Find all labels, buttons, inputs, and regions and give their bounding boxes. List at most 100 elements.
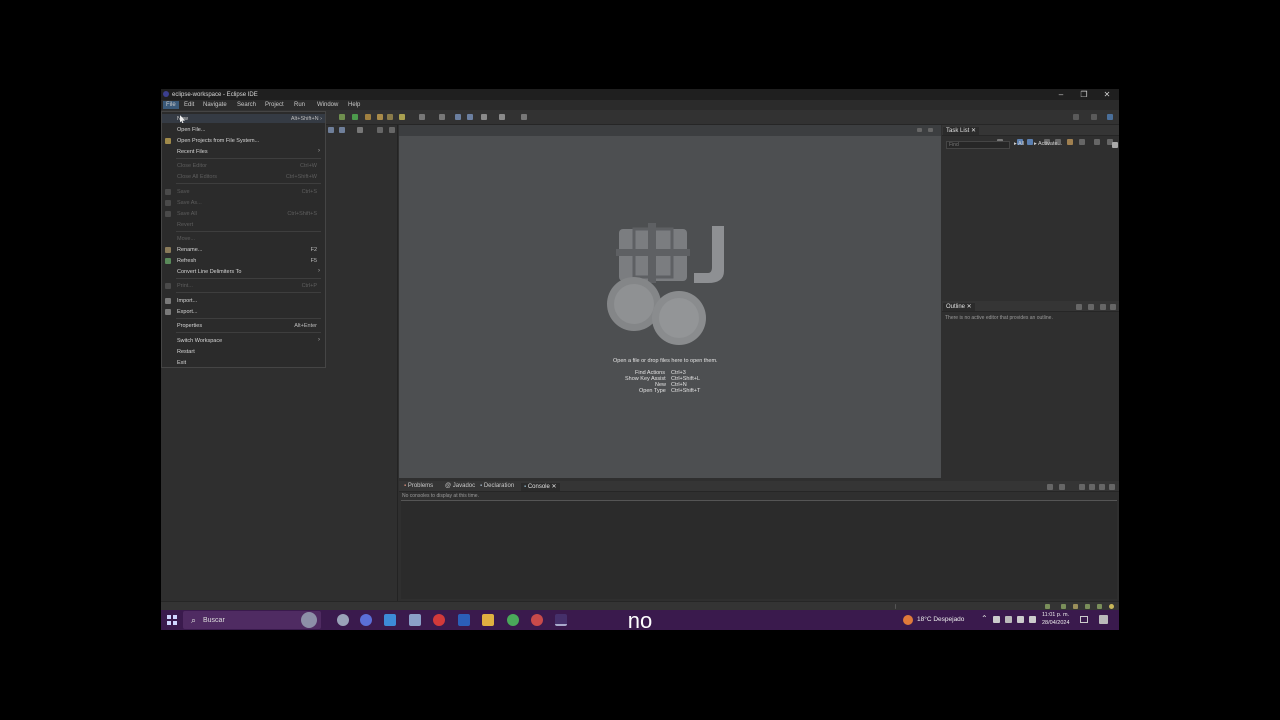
menu-item-switch-workspace[interactable]: Switch Workspace [177,338,222,344]
console-maximize-icon[interactable] [1109,484,1115,490]
menu-edit[interactable]: Edit [184,102,194,108]
weather-text[interactable]: 18°C Despejado [917,616,964,624]
word-icon[interactable] [458,614,470,626]
menu-item-export[interactable]: Export... [177,309,197,315]
file-explorer-taskbar-icon[interactable] [384,614,396,626]
tab-outline[interactable]: Outline ✕ [943,303,975,311]
store-icon[interactable] [409,614,421,626]
console-menu-icon[interactable] [1089,484,1095,490]
minimize-view-icon[interactable] [377,127,383,133]
menu-item-recent-files[interactable]: Recent Files [177,149,208,155]
toolbar-forward-icon[interactable] [499,114,505,120]
tray-chevron-icon[interactable]: ⌃ [981,615,988,623]
menu-help[interactable]: Help [348,102,360,108]
tray-time[interactable]: 11:01 p. m. [1042,612,1069,619]
folder-taskbar-icon[interactable] [482,614,494,626]
menu-file[interactable]: File [163,101,179,109]
expand-icon[interactable] [1067,139,1073,145]
eclipse-taskbar-icon[interactable] [555,614,567,626]
menu-run[interactable]: Run [294,102,305,108]
status-lightbulb-icon[interactable] [1109,604,1114,609]
action-center-icon[interactable] [1099,615,1108,624]
tab-declaration[interactable]: ▪ Declaration [477,483,517,491]
toolbar-back-icon[interactable] [481,114,487,120]
menu-item-exit[interactable]: Exit [177,360,186,366]
outline-view-icon[interactable] [1076,304,1082,310]
toolbar-debug-icon[interactable] [339,114,345,120]
menu-project[interactable]: Project [265,102,284,108]
menu-navigate[interactable]: Navigate [203,102,227,108]
chrome-icon[interactable] [507,614,519,626]
console-display-icon[interactable] [1059,484,1065,490]
status-icon-5[interactable] [1097,604,1102,609]
filter-icon[interactable] [339,127,345,133]
tab-task-list[interactable]: Task List ✕ [943,127,980,135]
help-icon[interactable] [1112,142,1118,148]
menu-item-new[interactable]: New Alt+Shift+N › [162,114,325,123]
menu-item-properties[interactable]: Properties [177,323,202,329]
toolbar-quick-search-icon[interactable] [1073,114,1079,120]
toolbar-perspective-icon[interactable] [1091,114,1097,120]
status-icon-2[interactable] [1061,604,1066,609]
task-minimize-icon[interactable] [1094,139,1100,145]
console-minimize-icon[interactable] [1099,484,1105,490]
toolbar-prev-annotation-icon[interactable] [455,114,461,120]
windows-start-icon[interactable] [167,615,177,625]
tab-javadoc[interactable]: @ Javadoc [442,483,478,491]
toolbar-open-type-icon[interactable] [419,114,425,120]
toolbar-java-perspective-icon[interactable] [1107,114,1113,120]
task-filter-input[interactable] [946,141,1010,149]
task-view-menu-icon[interactable] [1079,139,1085,145]
outline-maximize-icon[interactable] [1110,304,1116,310]
widgets-icon[interactable] [337,614,349,626]
task-activate[interactable]: ▸ Activate... [1034,141,1062,148]
tray-icon-2[interactable] [1005,616,1012,623]
tray-date[interactable]: 28/04/2024 [1042,620,1070,627]
menu-item-restart[interactable]: Restart [177,349,195,355]
opera-icon[interactable] [433,614,445,626]
maximize-view-icon[interactable] [389,127,395,133]
status-icon-3[interactable] [1073,604,1078,609]
console-pin-icon[interactable] [1079,484,1085,490]
menu-item-open-file[interactable]: Open File... [177,127,205,133]
cortana-icon[interactable] [360,614,372,626]
editor-minimize-icon[interactable] [917,128,922,132]
toolbar-external-tools-icon[interactable] [365,114,371,120]
menu-search[interactable]: Search [237,102,256,108]
volume-icon[interactable] [1029,616,1036,623]
toolbar-pin-icon[interactable] [521,114,527,120]
tab-problems[interactable]: ▪ Problems [401,483,436,491]
outline-menu-icon[interactable] [1088,304,1094,310]
menu-item-open-projects[interactable]: Open Projects from File System... [177,138,259,144]
toolbar-new-package-icon[interactable] [377,114,383,120]
tray-icon-1[interactable] [993,616,1000,623]
tab-console[interactable]: ▪ Console ✕ [521,483,560,491]
menu-item-import[interactable]: Import... [177,298,197,304]
editor-area[interactable]: Open a file or drop files here to open t… [399,125,941,478]
sync-icon-2[interactable] [1027,139,1033,145]
toolbar-next-annotation-icon[interactable] [467,114,473,120]
taskbar-search-box[interactable]: ⌕ Buscar [183,611,321,629]
chrome-profile-icon[interactable] [531,614,543,626]
close-button[interactable]: ✕ [1100,91,1114,99]
network-icon[interactable] [1017,616,1024,623]
task-filter-all[interactable]: ▸ All [1014,141,1024,148]
menu-item-refresh[interactable]: Refresh [177,258,196,264]
status-icon-4[interactable] [1085,604,1090,609]
editor-maximize-icon[interactable] [928,128,933,132]
menu-item-convert-line-delimiters[interactable]: Convert Line Delimiters To [177,269,241,275]
toolbar-new-class-icon[interactable] [387,114,393,120]
toolbar-search-icon[interactable] [439,114,445,120]
toolbar-run-icon[interactable] [352,114,358,120]
status-progress-icon[interactable] [1045,604,1050,609]
toolbar-pen-icon[interactable] [399,114,405,120]
view-menu-icon[interactable] [357,127,363,133]
outline-minimize-icon[interactable] [1100,304,1106,310]
maximize-button[interactable]: ❐ [1077,91,1091,99]
console-open-icon[interactable] [1047,484,1053,490]
collapse-all-icon[interactable] [328,127,334,133]
menu-window[interactable]: Window [317,102,338,108]
minimize-button[interactable]: – [1054,91,1068,99]
menu-item-rename[interactable]: Rename... [177,247,202,253]
console-output-area[interactable] [401,500,1117,599]
